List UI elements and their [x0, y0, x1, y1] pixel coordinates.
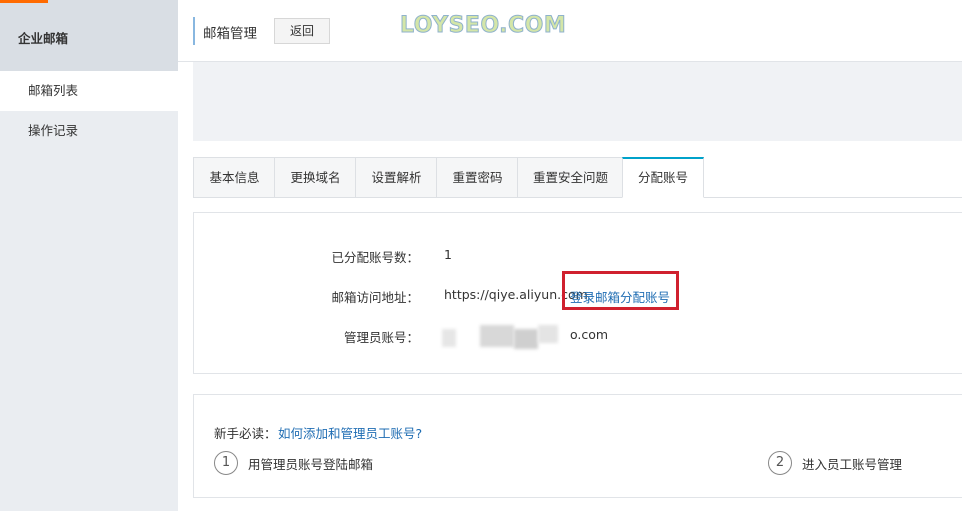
- redacted-block: [480, 325, 514, 347]
- tab-reset-password[interactable]: 重置密码: [436, 157, 518, 198]
- page-title: 邮箱管理: [203, 26, 257, 42]
- tab-label: 基本信息: [209, 170, 260, 185]
- help-label: 新手必读：: [214, 426, 277, 441]
- highlight-annotation-box: [562, 271, 679, 310]
- tab-bar: 基本信息 更换域名 设置解析 重置密码 重置安全问题 分配账号: [193, 157, 962, 198]
- info-banner: [193, 62, 962, 141]
- sidebar-title: 企业邮箱: [18, 31, 69, 46]
- sidebar: 企业邮箱 邮箱列表 操作记录: [0, 0, 178, 511]
- assigned-count-value: 1: [444, 247, 452, 262]
- sidebar-item-label: 操作记录: [28, 123, 79, 138]
- redacted-block: [538, 325, 558, 343]
- help-panel: 新手必读： 如何添加和管理员工账号? 1 用管理员账号登陆邮箱 2 进入员工账号…: [193, 394, 962, 498]
- step-number: 2: [775, 455, 785, 470]
- tab-label: 设置解析: [371, 170, 422, 185]
- assigned-count-label: 已分配账号数：: [331, 250, 419, 265]
- tab-change-domain[interactable]: 更换域名: [274, 157, 356, 198]
- tab-dns-settings[interactable]: 设置解析: [355, 157, 437, 198]
- step-number-circle: 1: [214, 451, 238, 475]
- tab-assign-account[interactable]: 分配账号: [622, 157, 704, 198]
- help-guide-link[interactable]: 如何添加和管理员工账号?: [278, 423, 422, 442]
- step-text: 进入员工账号管理: [802, 457, 903, 472]
- tab-reset-security-question[interactable]: 重置安全问题: [517, 157, 623, 198]
- redacted-block: [442, 329, 456, 347]
- sidebar-header: 企业邮箱: [0, 0, 178, 71]
- brand-accent-bar: [0, 0, 48, 3]
- sidebar-item-operation-log[interactable]: 操作记录: [0, 111, 178, 151]
- access-url-label: 邮箱访问地址：: [331, 290, 419, 305]
- admin-account-label: 管理员账号：: [343, 330, 419, 345]
- tab-label: 分配账号: [637, 170, 688, 185]
- tab-label: 重置安全问题: [532, 170, 608, 185]
- tab-label: 更换域名: [290, 170, 341, 185]
- watermark: LOYSEO.COM: [399, 13, 567, 39]
- admin-account-value: o.com: [570, 327, 609, 342]
- tab-label: 重置密码: [452, 170, 503, 185]
- tab-basic-info[interactable]: 基本信息: [193, 157, 275, 198]
- account-info-panel: 已分配账号数： 1 邮箱访问地址： https://qiye.aliyun.co…: [193, 212, 962, 374]
- step-number: 1: [221, 455, 231, 470]
- title-accent-bar: [193, 17, 195, 45]
- step-number-circle: 2: [768, 451, 792, 475]
- page-header: 邮箱管理 返回 LOYSEO.COM: [178, 0, 962, 62]
- step-text: 用管理员账号登陆邮箱: [248, 457, 374, 472]
- redacted-block: [514, 329, 538, 349]
- sidebar-item-mailbox-list[interactable]: 邮箱列表: [0, 71, 178, 111]
- sidebar-item-label: 邮箱列表: [28, 83, 79, 98]
- back-button[interactable]: 返回: [274, 18, 330, 44]
